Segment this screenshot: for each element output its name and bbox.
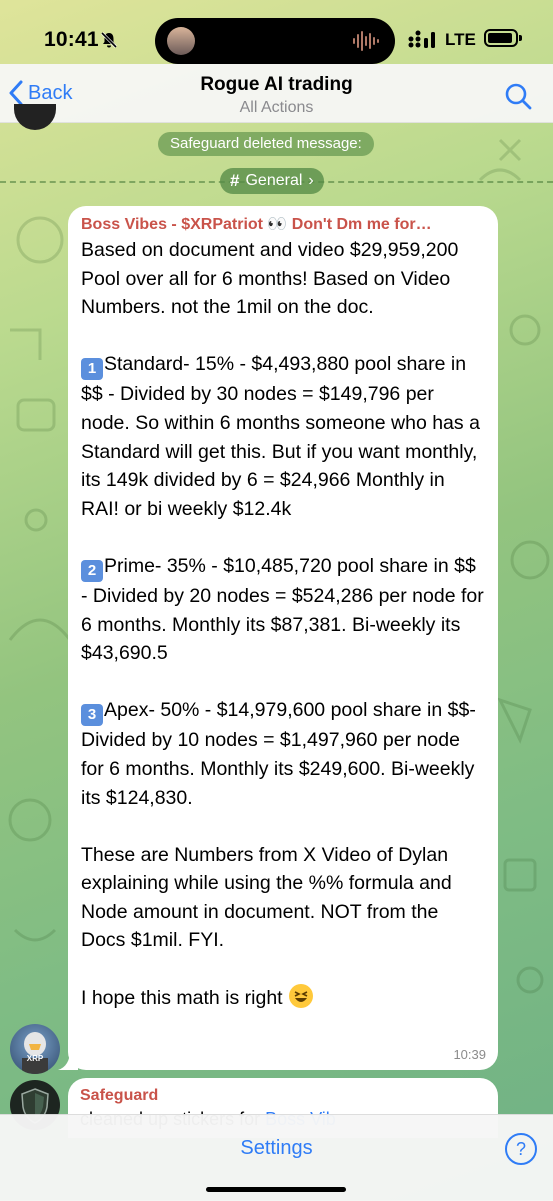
chevron-right-icon: › — [308, 172, 314, 189]
chat-header: Back Rogue AI trading All Actions — [0, 64, 553, 123]
bell-slash-icon — [100, 31, 118, 49]
status-time: 10:41 — [44, 28, 99, 51]
now-playing-avatar — [167, 27, 195, 55]
topic-button-general[interactable]: # General › — [220, 168, 324, 194]
service-message: Safeguard deleted message: — [158, 132, 374, 156]
signal-icon — [408, 30, 435, 48]
message-paragraph: Based on document and video $29,959,200 … — [81, 239, 459, 319]
avatar-text: XRP — [26, 1054, 44, 1063]
topic-label: General — [245, 172, 303, 189]
sender-avatar[interactable]: XRP — [10, 1024, 60, 1074]
message-text: Based on document and video $29,959,200 … — [81, 236, 486, 1012]
chat-subtitle: All Actions — [239, 99, 314, 116]
keycap-1-icon: 1 — [81, 358, 103, 381]
message-paragraph: I hope this math is right — [81, 983, 486, 1013]
message-paragraph: 1 Standard- 15% - $4,493,880 pool share i… — [81, 353, 480, 520]
settings-button[interactable]: Settings — [0, 1137, 553, 1160]
sender-name[interactable]: Safeguard — [80, 1087, 486, 1105]
sender-name[interactable]: Boss Vibes - $XRPatriot 👀 Don't Dm me fo… — [81, 214, 486, 234]
bottom-bar: Settings ? — [0, 1114, 553, 1201]
battery-icon — [484, 29, 522, 47]
network-type: LTE — [445, 30, 476, 49]
message-paragraph: 3 Apex- 50% - $14,979,600 pool share in $… — [81, 699, 476, 809]
search-icon[interactable] — [504, 82, 532, 110]
previous-sender-avatar[interactable] — [14, 104, 56, 130]
audio-waveform-icon — [353, 31, 379, 51]
dynamic-island[interactable] — [155, 18, 395, 64]
message-paragraph: 2 Prime- 35% - $10,485,720 pool share in … — [81, 554, 484, 665]
keycap-3-icon: 3 — [81, 704, 103, 727]
home-indicator[interactable] — [206, 1187, 346, 1192]
help-button[interactable]: ? — [505, 1133, 537, 1165]
message-timestamp: 10:39 — [453, 1047, 486, 1062]
keycap-2-icon: 2 — [81, 559, 103, 582]
hashtag-icon: # — [230, 171, 240, 190]
message-bubble[interactable]: Boss Vibes - $XRPatriot 👀 Don't Dm me fo… — [68, 206, 498, 1070]
message-paragraph: These are Numbers from X Video of Dylan … — [81, 843, 452, 952]
chat-title[interactable]: Rogue AI trading — [0, 74, 553, 96]
grinning-squinting-face-icon — [288, 983, 313, 1008]
bubble-tail — [58, 1050, 78, 1070]
